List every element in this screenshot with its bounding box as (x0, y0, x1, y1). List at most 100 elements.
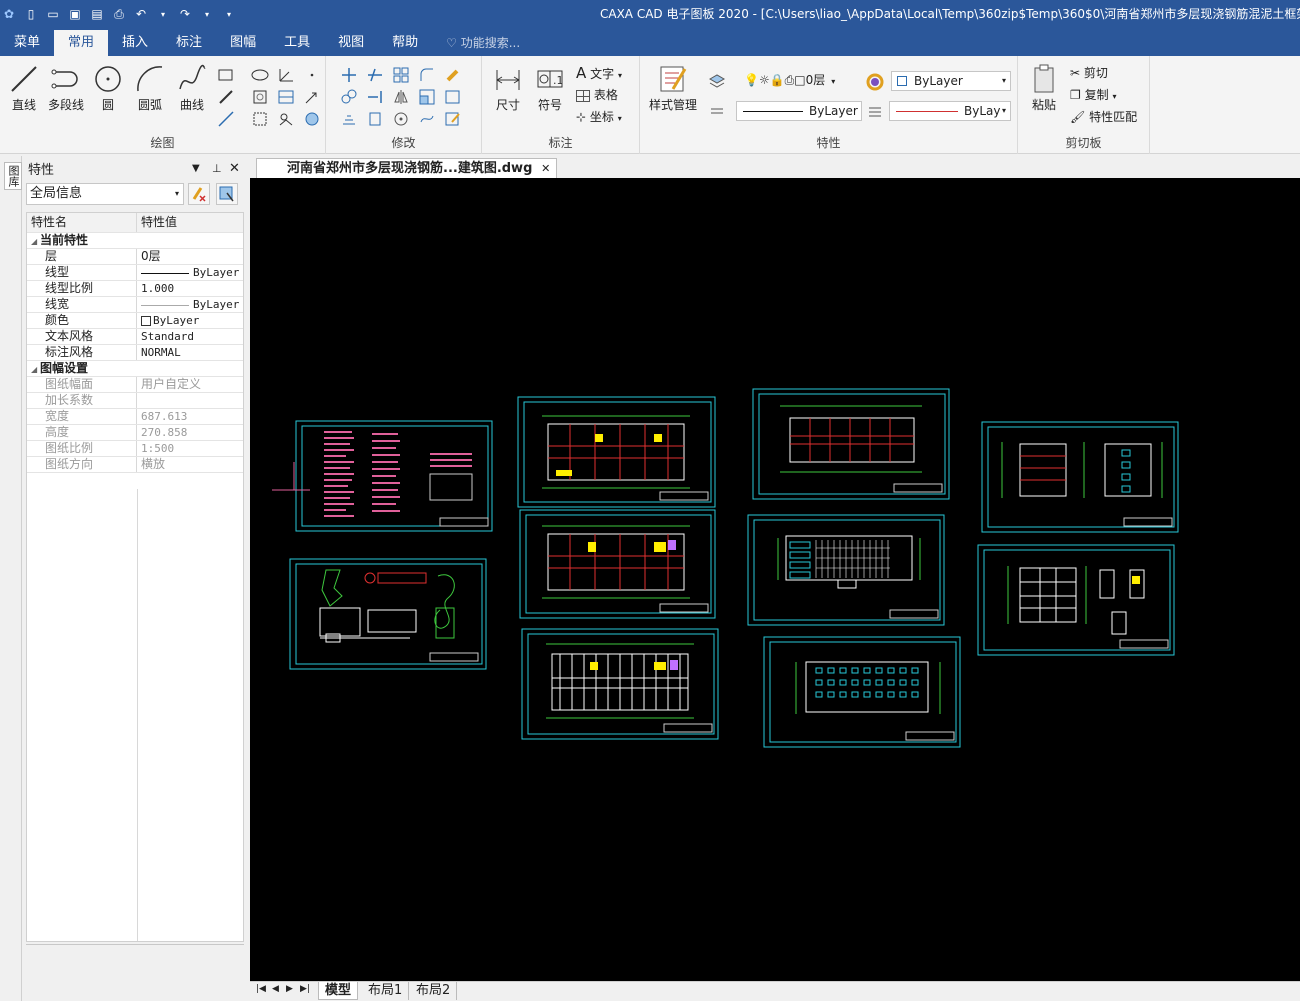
scale-icon[interactable] (418, 88, 436, 106)
next-tab-icon[interactable]: ▶ (286, 984, 293, 994)
polyline-button[interactable]: 多段线 (46, 62, 86, 113)
app-logo-icon[interactable]: ✿ (0, 5, 18, 23)
region-icon[interactable] (251, 110, 269, 128)
arc-button[interactable]: 圆弧 (130, 62, 170, 113)
redo-icon[interactable]: ↷ (176, 5, 194, 23)
lineweight-dropdown[interactable]: ByLay ▾ (889, 101, 1011, 121)
pin-icon[interactable]: ⊥ (212, 162, 222, 175)
hatch-icon[interactable] (251, 88, 269, 106)
sheet-side-elevations[interactable] (981, 421, 1179, 533)
quick-select-button[interactable] (216, 183, 238, 205)
color-dropdown[interactable]: ByLayer ▾ (891, 71, 1011, 91)
property-row[interactable]: 图纸幅面 用户自定义 (27, 377, 243, 393)
mirror-icon[interactable] (392, 88, 410, 106)
save-as-icon[interactable]: ▤ (88, 5, 106, 23)
print-icon[interactable]: ⎙ (110, 5, 128, 23)
tab-common[interactable]: 常用 (54, 30, 109, 56)
tab-help[interactable]: 帮助 (378, 30, 432, 56)
last-tab-icon[interactable]: ▶| (300, 984, 310, 994)
rectangle-icon[interactable] (217, 66, 235, 84)
property-row[interactable]: 图纸比例 1:500 (27, 441, 243, 457)
panel-menu-icon[interactable]: ▼ (192, 163, 200, 174)
offset-icon[interactable] (340, 110, 358, 128)
tab-sheet[interactable]: 图幅 (216, 30, 270, 56)
block-icon[interactable] (277, 88, 295, 106)
pencil-icon[interactable] (217, 88, 235, 106)
sheet-elevation-south[interactable] (747, 514, 945, 626)
copy-object-icon[interactable] (340, 88, 358, 106)
copy-button[interactable]: ❐ 复制 ▾ (1070, 86, 1116, 103)
tab-layout2[interactable]: 布局2 (410, 982, 458, 1000)
property-row[interactable]: 宽度 687.613 (27, 409, 243, 425)
edit-icon[interactable] (444, 110, 462, 128)
paste-button[interactable]: 粘贴 (1024, 62, 1064, 113)
point-icon[interactable] (303, 66, 321, 84)
drawing-canvas[interactable] (250, 178, 1300, 981)
save-icon[interactable]: ▣ (66, 5, 84, 23)
stretch-icon[interactable] (444, 88, 462, 106)
tab-model[interactable]: 模型 (318, 982, 359, 1000)
lineweight-icon[interactable] (866, 102, 884, 120)
color-wheel-icon[interactable] (866, 73, 884, 91)
customize-qat-icon[interactable]: ▾ (220, 5, 238, 23)
extend-icon[interactable] (366, 88, 384, 106)
document-tab[interactable]: 河南省郑州市多层现浇钢筋...建筑图.dwg ✕ (256, 158, 558, 178)
category-sheet[interactable]: ◢ 图幅设置 (27, 361, 243, 377)
tab-layout1[interactable]: 布局1 (362, 982, 410, 1000)
dimension-button[interactable]: 尺寸 (488, 62, 528, 113)
linetype-dropdown[interactable]: ByLayer (736, 101, 862, 121)
rotate-icon[interactable] (392, 110, 410, 128)
undo-icon[interactable]: ↶ (132, 5, 150, 23)
text-button[interactable]: A 文字 ▾ (576, 64, 622, 82)
first-tab-icon[interactable]: |◀ (256, 984, 266, 994)
ellipse-icon[interactable] (251, 66, 269, 84)
move-icon[interactable] (340, 66, 358, 84)
new-file-icon[interactable]: ▯ (22, 5, 40, 23)
break-icon[interactable] (418, 110, 436, 128)
category-current[interactable]: ◢ 当前特性 (27, 233, 243, 249)
property-row[interactable]: 层 0层 (27, 249, 243, 265)
line-button[interactable]: 直线 (4, 62, 44, 113)
sheet-site-plan[interactable] (289, 558, 487, 670)
eraser-icon[interactable] (444, 66, 462, 84)
sheet-section[interactable] (977, 544, 1175, 656)
feature-search[interactable]: ♡ 功能搜索... (432, 30, 520, 56)
close-icon[interactable]: ✕ (229, 161, 240, 176)
symbol-button[interactable]: .1 符号 (530, 62, 570, 113)
property-row[interactable]: 高度 270.858 (27, 425, 243, 441)
arrow-icon[interactable] (303, 88, 321, 106)
tab-tools[interactable]: 工具 (270, 30, 324, 56)
ball-icon[interactable] (303, 110, 321, 128)
sheet-floor-plan-2[interactable] (519, 509, 716, 619)
sheet-elevation-north[interactable] (763, 636, 961, 748)
property-row[interactable]: 标注风格 NORMAL (27, 345, 243, 361)
sheet-design-notes[interactable] (272, 420, 493, 532)
sheet-floor-plan-1[interactable] (517, 396, 716, 508)
insert-image-icon[interactable] (277, 110, 295, 128)
object-filter-select[interactable]: 全局信息 ▾ (26, 183, 184, 205)
property-row[interactable]: 文本风格 Standard (27, 329, 243, 345)
property-row[interactable]: 线型比例 1.000 (27, 281, 243, 297)
dropdown-icon[interactable]: ▾ (198, 5, 216, 23)
sheet-floor-plan-3[interactable] (521, 628, 719, 740)
property-row[interactable]: 线型 ByLayer (27, 265, 243, 281)
open-folder-icon[interactable]: ▭ (44, 5, 62, 23)
list-icon[interactable] (708, 102, 726, 120)
angle-line-icon[interactable] (277, 66, 295, 84)
array-icon[interactable] (392, 66, 410, 84)
cut-button[interactable]: ✂ 剪切 (1070, 64, 1108, 81)
explode-icon[interactable] (366, 110, 384, 128)
property-row[interactable]: 图纸方向 横放 (27, 457, 243, 473)
layer-dropdown[interactable]: 💡☼🔒⎙□0层 ▾ (744, 71, 862, 91)
tab-view[interactable]: 视图 (324, 30, 378, 56)
property-row[interactable]: 线宽 ByLayer (27, 297, 243, 313)
coordinate-button[interactable]: ⊹ 坐标 ▾ (576, 108, 622, 125)
property-row[interactable]: 颜色 ByLayer (27, 313, 243, 329)
tab-menu[interactable]: 菜单 (0, 30, 54, 56)
library-side-tab[interactable]: 图库 (0, 156, 22, 1001)
trim-icon[interactable] (366, 66, 384, 84)
sheet-roof-plan[interactable] (752, 388, 950, 500)
dropdown-icon[interactable]: ▾ (154, 5, 172, 23)
prev-tab-icon[interactable]: ◀ (272, 984, 279, 994)
tab-insert[interactable]: 插入 (108, 30, 162, 56)
